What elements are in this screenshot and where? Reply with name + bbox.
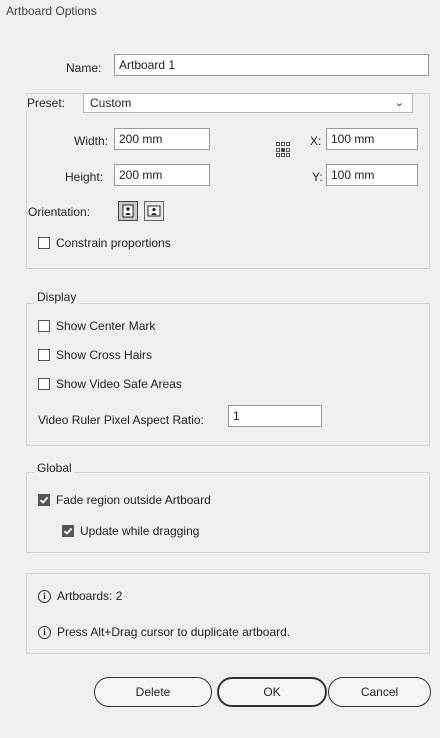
x-label: X: [310,134,322,148]
info-circle-icon: i [38,625,51,639]
constrain-proportions-checkbox[interactable]: Constrain proportions [38,236,171,250]
duplicate-hint: Press Alt+Drag cursor to duplicate artbo… [57,625,291,639]
constrain-proportions-label: Constrain proportions [56,236,171,250]
video-ruler-ratio-label: Video Ruler Pixel Aspect Ratio: [38,413,204,427]
portrait-orientation-icon [122,204,134,218]
ref-point [281,153,285,158]
landscape-orientation-icon [147,205,161,217]
orientation-label: Orientation: [28,205,91,219]
portrait-orientation-button[interactable] [118,201,138,221]
artboards-count-row: i Artboards: 2 [38,589,122,603]
name-label: Name: [66,61,102,75]
checkbox-box[interactable] [38,320,50,332]
show-center-mark-checkbox[interactable]: Show Center Mark [38,319,155,333]
info-group [26,573,430,654]
checkbox-box[interactable] [38,494,50,506]
checkbox-box[interactable] [38,378,50,390]
show-center-mark-label: Show Center Mark [56,319,156,333]
fade-region-label: Fade region outside Artboard [56,493,211,507]
ref-point [286,147,290,152]
x-field[interactable] [326,128,418,150]
artboards-count: Artboards: 2 [57,589,123,603]
width-label: Width: [74,134,109,148]
height-field[interactable] [114,164,210,186]
y-field[interactable] [326,164,418,186]
landscape-orientation-button[interactable] [144,201,164,221]
width-field[interactable] [114,128,210,150]
name-field[interactable] [114,54,429,76]
update-while-dragging-checkbox[interactable]: Update while dragging [62,524,199,538]
fade-region-checkbox[interactable]: Fade region outside Artboard [38,493,211,507]
info-circle-icon: i [38,589,51,603]
delete-button[interactable]: Delete [94,677,212,707]
checkbox-box[interactable] [62,525,74,537]
ok-button[interactable]: OK [217,677,327,707]
preset-select[interactable]: Custom ⌄ [83,93,413,113]
checkbox-box[interactable] [38,349,50,361]
global-legend: Global [34,461,75,475]
show-video-safe-areas-checkbox[interactable]: Show Video Safe Areas [38,377,182,391]
preset-label: Preset: [24,96,69,110]
ref-point [286,142,290,146]
show-cross-hairs-checkbox[interactable]: Show Cross Hairs [38,348,152,362]
chevron-down-icon: ⌄ [394,97,404,109]
y-label: Y: [312,170,323,184]
checkmark-icon [63,527,73,535]
cancel-button[interactable]: Cancel [328,677,431,707]
reference-point-grid-icon[interactable] [276,142,292,158]
checkbox-box[interactable] [38,237,50,249]
ref-point [276,153,280,158]
update-while-dragging-label: Update while dragging [80,524,200,538]
video-ruler-ratio-field[interactable] [228,405,322,427]
show-video-safe-areas-label: Show Video Safe Areas [56,377,182,391]
height-label: Height: [65,170,104,184]
window-title: Artboard Options [6,4,97,18]
ref-point [276,147,280,152]
ref-point-active [281,147,285,152]
show-cross-hairs-label: Show Cross Hairs [56,348,153,362]
ref-point [276,142,280,146]
hint-row: i Press Alt+Drag cursor to duplicate art… [38,625,290,639]
ref-point [286,153,290,158]
global-group [26,472,430,553]
preset-value: Custom [90,96,132,110]
ref-point [281,142,285,146]
checkmark-icon [39,496,49,504]
display-legend: Display [34,290,80,304]
